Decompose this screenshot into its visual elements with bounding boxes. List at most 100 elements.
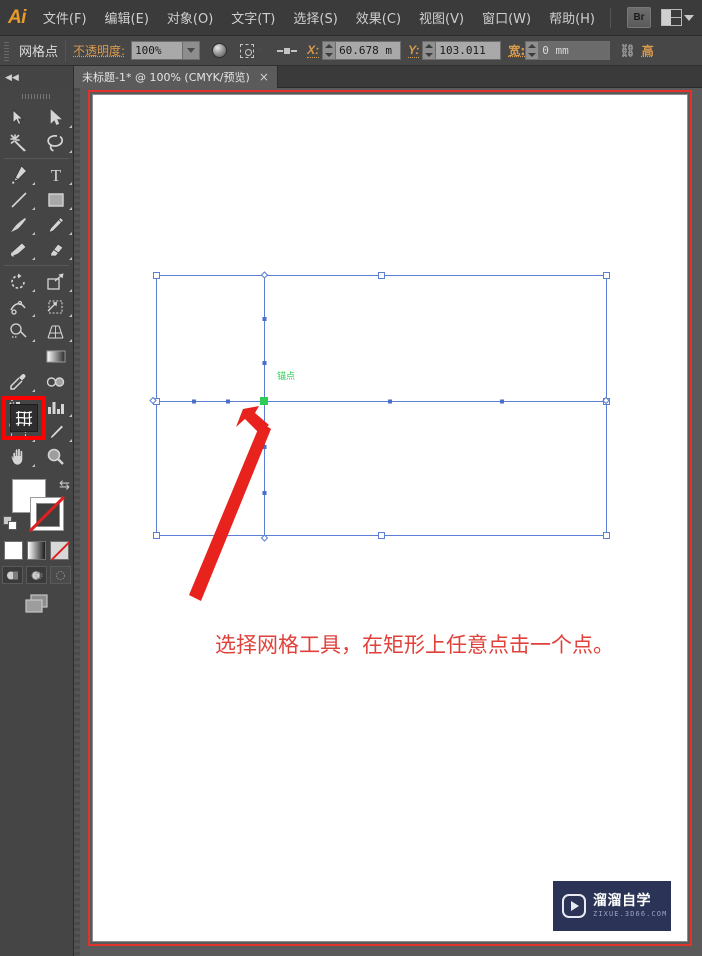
- pencil-tool[interactable]: [37, 212, 74, 237]
- watermark-text: 溜溜自学 ZIXUE.3D66.COM: [593, 894, 667, 918]
- swap-fill-stroke-icon[interactable]: ⇆: [59, 477, 70, 493]
- menu-edit[interactable]: 编辑(E): [96, 0, 158, 36]
- menu-file[interactable]: 文件(F): [34, 0, 96, 36]
- transform-icon: [240, 43, 255, 58]
- lasso-tool[interactable]: [37, 130, 74, 155]
- tool-expand-icon: [32, 289, 35, 292]
- tool-expand-icon: [32, 339, 35, 342]
- color-swatch-button[interactable]: [4, 541, 23, 560]
- x-coordinate-field[interactable]: 60.678 m: [322, 41, 402, 60]
- rotate-tool[interactable]: [0, 269, 37, 294]
- default-fill-stroke-icon[interactable]: [3, 516, 18, 536]
- tools-panel-grip[interactable]: [21, 90, 52, 102]
- tool-expand-icon: [32, 257, 35, 260]
- document-tab[interactable]: 未标题-1* @ 100% (CMYK/预览) ×: [74, 66, 278, 88]
- opacity-control[interactable]: 100%: [131, 41, 201, 60]
- paintbrush-tool[interactable]: [0, 212, 37, 237]
- width-label[interactable]: 宽:: [508, 42, 525, 59]
- menu-effect[interactable]: 效果(C): [347, 0, 410, 36]
- width-input[interactable]: 0 mm: [538, 41, 611, 60]
- menu-help[interactable]: 帮助(H): [540, 0, 604, 36]
- tool-expand-icon: [69, 125, 72, 128]
- close-icon[interactable]: ×: [259, 71, 269, 83]
- screen-mode-icon: [24, 594, 48, 613]
- menu-object[interactable]: 对象(O): [158, 0, 222, 36]
- annotation-arrow: [189, 406, 271, 601]
- line-segment-tool[interactable]: [0, 187, 37, 212]
- opacity-mask-button[interactable]: [212, 43, 228, 58]
- menu-view[interactable]: 视图(V): [410, 0, 473, 36]
- height-label[interactable]: 高: [642, 42, 654, 59]
- control-divider: [65, 39, 67, 62]
- mesh-tool[interactable]: [0, 344, 37, 369]
- gradient-tool[interactable]: [37, 344, 74, 369]
- transform-panel-button[interactable]: [240, 43, 265, 58]
- x-stepper[interactable]: [322, 41, 336, 60]
- opacity-input[interactable]: 100%: [131, 41, 184, 60]
- tool-expand-icon: [69, 182, 72, 185]
- none-swatch-button[interactable]: [50, 541, 69, 560]
- anchor-point-label: 锚点: [277, 372, 296, 382]
- color-controls: ⇆: [0, 475, 74, 539]
- shape-builder-tool[interactable]: [0, 319, 37, 344]
- width-stepper[interactable]: [525, 41, 539, 60]
- magic-wand-tool[interactable]: [0, 130, 37, 155]
- sphere-icon: [212, 43, 228, 58]
- control-bar-grip[interactable]: [2, 38, 12, 63]
- double-chevron-left-icon: ◀◀: [5, 71, 19, 82]
- stepper-down-icon: [325, 52, 334, 57]
- blend-tool[interactable]: [37, 369, 74, 394]
- menu-window[interactable]: 窗口(W): [473, 0, 540, 36]
- color-mode-row: [0, 541, 73, 560]
- tool-expand-icon: [69, 289, 72, 292]
- x-coordinate-label: X:: [307, 43, 320, 58]
- illustrator-window: Ai 文件(F) 编辑(E) 对象(O) 文字(T) 选择(S) 效果(C) 视…: [0, 0, 702, 956]
- artboard[interactable]: 锚点 选择网格工具，在矩形上任意点击一个点。 溜溜自学 ZIXUE.3D66.C…: [92, 94, 688, 942]
- arrange-documents-button[interactable]: [661, 9, 694, 26]
- tool-expand-icon: [69, 207, 72, 210]
- document-canvas[interactable]: 锚点 选择网格工具，在矩形上任意点击一个点。 溜溜自学 ZIXUE.3D66.C…: [74, 88, 702, 956]
- tool-group-selection: [0, 105, 73, 155]
- chevron-down-icon: [256, 48, 265, 53]
- free-transform-tool[interactable]: [37, 294, 74, 319]
- menu-select[interactable]: 选择(S): [284, 0, 346, 36]
- screen-mode-button[interactable]: [0, 593, 73, 615]
- type-tool[interactable]: T: [37, 162, 74, 187]
- opacity-label[interactable]: 不透明度:: [73, 42, 125, 59]
- eraser-tool[interactable]: [37, 237, 74, 262]
- width-field[interactable]: 0 mm: [525, 41, 611, 60]
- draw-behind-button[interactable]: [26, 566, 47, 584]
- width-tool[interactable]: [0, 294, 37, 319]
- tools-panel: T ⇆: [0, 88, 74, 956]
- draw-normal-button[interactable]: [2, 566, 23, 584]
- draw-inside-button[interactable]: [50, 566, 71, 584]
- eyedropper-tool[interactable]: [0, 369, 37, 394]
- pen-tool[interactable]: [0, 162, 37, 187]
- x-input[interactable]: 60.678 m: [335, 41, 402, 60]
- tool-expand-icon: [32, 207, 35, 210]
- tool-expand-icon: [32, 389, 35, 392]
- mesh-object: [149, 271, 610, 601]
- y-coordinate-field[interactable]: 103.011: [422, 41, 502, 60]
- zoom-tool[interactable]: [37, 444, 74, 469]
- y-stepper[interactable]: [422, 41, 436, 60]
- selection-tool[interactable]: [0, 105, 37, 130]
- menu-type[interactable]: 文字(T): [222, 0, 284, 36]
- direct-selection-tool[interactable]: [37, 105, 74, 130]
- blob-brush-tool[interactable]: [0, 237, 37, 262]
- y-input[interactable]: 103.011: [435, 41, 502, 60]
- hand-tool[interactable]: [0, 444, 37, 469]
- document-tab-label: 未标题-1* @ 100% (CMYK/预览): [82, 71, 250, 84]
- rectangle-tool[interactable]: [37, 187, 74, 212]
- mesh-tool-active-icon[interactable]: [10, 404, 38, 432]
- tool-expand-icon: [69, 439, 72, 442]
- scale-tool[interactable]: [37, 269, 74, 294]
- gradient-swatch-button[interactable]: [27, 541, 46, 560]
- collapse-panel-button[interactable]: ◀◀: [0, 66, 74, 88]
- constrain-proportions-icon[interactable]: ⛓: [619, 44, 636, 57]
- stepper-down-icon: [528, 52, 537, 57]
- tool-expand-icon: [69, 314, 72, 317]
- bridge-icon[interactable]: Br: [627, 7, 651, 28]
- opacity-dropdown-button[interactable]: [183, 41, 201, 60]
- perspective-grid-tool[interactable]: [37, 319, 74, 344]
